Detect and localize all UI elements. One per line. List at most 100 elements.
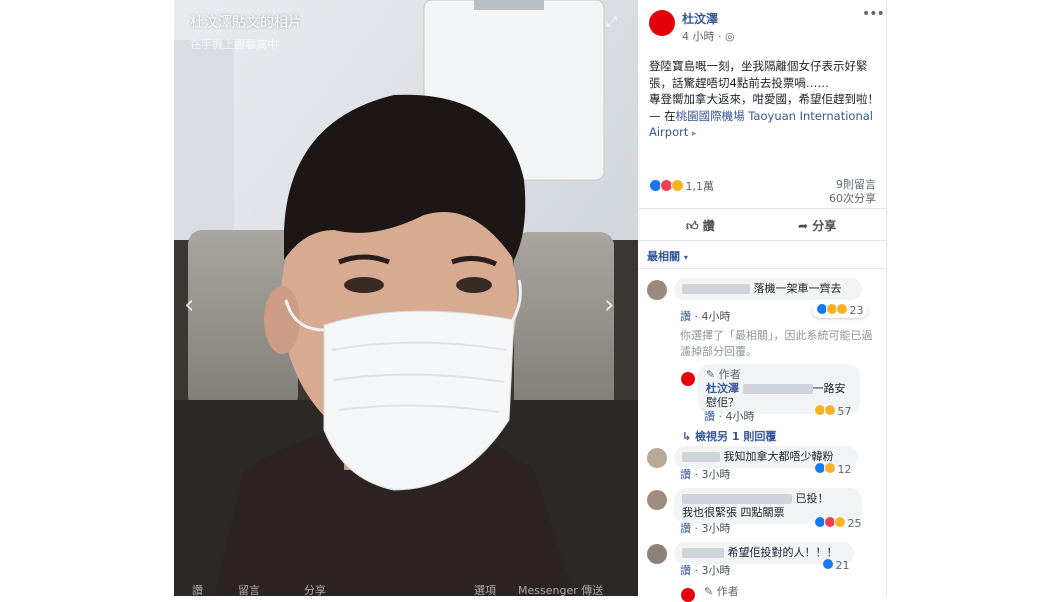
post-sidebar: 杜汶澤 4 小時 · ◎ ••• 登陸寶島嘅一刻，坐我隔離個女仔表示好緊張，話驚… [638,0,887,602]
comment-reactions[interactable]: 25 [814,516,862,530]
author-tag-label: 作者 [716,585,739,598]
reply-author[interactable]: 杜汶澤 [706,382,739,395]
blurred-name [682,284,750,294]
photo-share-button[interactable]: 分享 [304,582,326,596]
photo-caption: 杜汶澤貼文的相片 [190,15,302,31]
comment-like-link[interactable]: 讚 [680,564,691,577]
reaction-count: 21 [835,559,850,572]
comment-reactions[interactable]: 23 [812,302,868,318]
comment-meta: 讚 · 4小時 [680,310,731,323]
comment-time: 3小時 [701,468,731,481]
reply-text-end: 一路安 [812,382,846,395]
photo-like-button[interactable]: 讚 [192,582,203,596]
photo-messenger-button[interactable]: Messenger 傳送 [518,582,603,596]
comment-like-link[interactable]: 讚 [680,310,691,323]
expand-icon[interactable]: ⤢ [606,14,617,30]
sort-dropdown[interactable]: 最相關 ▾ [647,248,688,264]
post-text-line2: 專登嚮加拿大返來，咁愛國，希望佢趕到啦！— 在桃園國際機場 Taoyuan In… [649,91,881,143]
location-link[interactable]: 桃園國際機場 Taoyuan International Airport [649,109,873,140]
share-button[interactable]: ➦ 分享 [798,217,836,234]
photo-bottom-bar: 讚 留言 分享 選項 Messenger 傳送 [174,578,638,596]
reaction-count: 25 [847,517,862,530]
photo-viewer[interactable]: 杜汶澤貼文的相片 在手機上觀看高中 ⤢ ‹ › 讚 留言 分享 選項 Messe… [174,0,638,596]
blurred-name [742,384,813,394]
chevron-down-icon: ▾ [683,253,688,262]
author-tag-label: 作者 [718,368,741,381]
reply-text: 杜汶澤 一路安 [706,382,852,396]
wow-reaction-icon [836,303,848,315]
author-avatar[interactable] [649,10,675,36]
photo-comment-button[interactable]: 留言 [238,582,260,596]
pencil-icon: ✎ [706,368,716,381]
comment-meta: 讚 · 3小時 [680,564,731,577]
divider [638,268,886,269]
shares-count[interactable]: 60次分享 [829,190,876,206]
comment-reactions[interactable]: 12 [814,462,852,476]
post-text: 登陸寶島嘅一刻，坐我隔離個女仔表示好緊張，話驚趕唔切4點前去投票喎…… 專登嚮加… [649,58,881,143]
reactions[interactable]: 1,1萬 [649,178,714,194]
filter-note: 你選擇了「最相關」，因此系統可能已過濾掉部分回覆。 [680,329,873,358]
post-text-line1: 登陸寶島嘅一刻，坐我隔離個女仔表示好緊張，話驚趕唔切4點前去投票喎…… [649,59,868,90]
wow-reaction-icon [834,516,846,528]
post-photo [174,0,638,596]
author-tag: ✎ 作者 [704,583,739,599]
comment-time: 4小時 [701,310,731,323]
wow-reaction-icon [824,404,836,416]
share-arrow-icon: ➦ [798,219,809,233]
thumbs-up-icon: 👍︎ [686,219,699,233]
reaction-count: 12 [837,463,852,476]
post-time-text: 4 小時 · [682,30,725,43]
comment-like-link[interactable]: 讚 [680,468,691,481]
blurred-name [682,548,724,558]
blurred-name [682,494,792,504]
pencil-icon: ✎ [704,585,714,598]
author-tag: ✎ 作者 [706,368,852,382]
comment-text: 希望佢投對的人！！！ [727,546,838,559]
commenter-avatar[interactable] [647,280,667,300]
comment-reactions[interactable]: 21 [822,558,850,572]
reply-reactions[interactable]: 57 [814,404,852,418]
comment-bubble: 落機一架車一齊去 [674,278,862,300]
sort-label: 最相關 [647,250,680,263]
wow-reaction-icon [671,179,684,192]
photo-subcaption: 在手機上觀看高中 [190,38,278,51]
reply-time: 4小時 [725,410,755,423]
comment-like-link[interactable]: 讚 [680,522,691,535]
share-label: 分享 [812,219,837,233]
blurred-name [682,452,720,462]
previous-arrow-icon[interactable]: ‹ [184,292,194,318]
post-author[interactable]: 杜汶澤 [682,10,718,27]
post-time: 4 小時 · ◎ [682,28,735,44]
reply-author-avatar[interactable] [681,588,695,602]
comment-meta: 讚 · 3小時 [680,468,731,481]
commenter-avatar[interactable] [647,448,667,468]
location-chevron-icon: ▸ [692,129,697,139]
like-reaction-icon [822,558,834,570]
commenter-avatar[interactable] [647,490,667,510]
reply-like-link[interactable]: 讚 [704,410,715,423]
next-arrow-icon[interactable]: › [604,292,614,318]
reaction-count: 23 [849,304,864,317]
action-bar: 👍︎ 讚 ➦ 分享 [638,210,886,241]
view-more-replies-label: 檢視另 1 則回覆 [695,430,777,443]
reaction-count: 1,1萬 [685,180,715,193]
comment-time: 3小時 [701,564,731,577]
reaction-summary: 1,1萬 9則留言 60次分享 [638,176,886,209]
reaction-count: 57 [837,405,852,418]
comment-time: 3小時 [701,522,731,535]
haha-reaction-icon [824,462,836,474]
reply-author-avatar[interactable] [681,372,695,386]
comment-text: 已投！ [795,492,829,505]
photo-options-button[interactable]: 選項 [474,582,496,596]
comment-meta: 讚 · 3小時 [680,522,731,535]
reply-meta: 讚 · 4小時 [704,410,755,423]
comment-text: 落機一架車一齊去 [753,282,842,295]
more-options-icon[interactable]: ••• [862,6,885,22]
reply-arrow-icon: ↳ [682,430,692,443]
view-more-replies[interactable]: ↳ 檢視另 1 則回覆 [682,428,776,444]
like-label: 讚 [702,219,715,233]
commenter-avatar[interactable] [647,544,667,564]
comment-line1: 已投！ [682,492,854,506]
like-button[interactable]: 👍︎ 讚 [686,217,715,234]
globe-icon: ◎ [725,30,735,43]
